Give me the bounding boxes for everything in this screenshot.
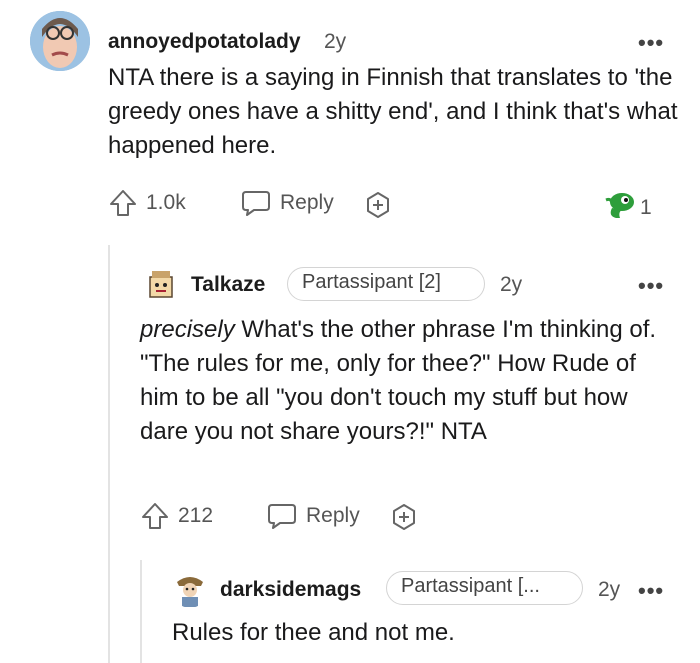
avatar[interactable] bbox=[172, 570, 208, 608]
comment-username[interactable]: annoyedpotatolady bbox=[108, 30, 301, 54]
reply-icon bbox=[266, 501, 298, 531]
upvote-icon bbox=[108, 188, 138, 218]
more-options-icon[interactable]: ••• bbox=[638, 580, 664, 602]
emphasis-text: precisely bbox=[140, 316, 235, 343]
reply-label: Reply bbox=[280, 191, 334, 214]
comment-username[interactable]: darksidemags bbox=[220, 578, 361, 602]
reply-button[interactable]: Reply bbox=[240, 188, 334, 218]
comment-body: Rules for thee and not me. bbox=[172, 619, 455, 646]
more-options-icon[interactable]: ••• bbox=[638, 32, 664, 54]
comment-age: 2y bbox=[500, 273, 523, 296]
comment-body: precisely What's the other phrase I'm th… bbox=[140, 313, 665, 449]
reply-icon bbox=[240, 188, 272, 218]
comment-body: NTA there is a saying in Finnish that tr… bbox=[108, 64, 678, 159]
upvote-count: 1.0k bbox=[146, 191, 186, 214]
comment-age: 2y bbox=[324, 30, 347, 53]
thread-line[interactable] bbox=[140, 560, 142, 663]
upvote-button[interactable]: 212 bbox=[140, 501, 213, 531]
award-icon[interactable] bbox=[363, 190, 393, 220]
reply-button[interactable]: Reply bbox=[266, 501, 360, 531]
upvote-icon bbox=[140, 501, 170, 531]
reply-label: Reply bbox=[306, 504, 360, 527]
upvote-button[interactable]: 1.0k bbox=[108, 188, 186, 218]
avatar[interactable] bbox=[30, 11, 90, 71]
award-count: 1 bbox=[640, 196, 652, 219]
avatar[interactable] bbox=[143, 267, 179, 303]
user-flair: Partassipant [2] bbox=[287, 267, 485, 301]
user-flair: Partassipant [... bbox=[386, 571, 583, 605]
snoo-award-icon[interactable] bbox=[602, 190, 638, 222]
more-options-icon[interactable]: ••• bbox=[638, 275, 664, 297]
thread-line[interactable] bbox=[108, 245, 110, 663]
upvote-count: 212 bbox=[178, 504, 214, 527]
comment-username[interactable]: Talkaze bbox=[191, 273, 265, 297]
comment-age: 2y bbox=[598, 578, 621, 601]
award-icon[interactable] bbox=[389, 502, 419, 532]
